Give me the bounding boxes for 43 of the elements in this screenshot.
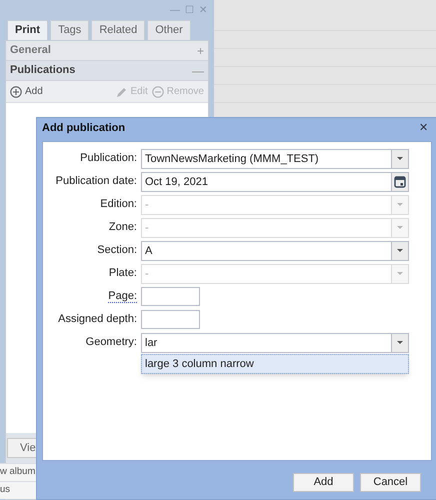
field-label: Publication: xyxy=(80,151,137,166)
dropdown-button[interactable] xyxy=(391,334,408,352)
section-header[interactable]: General + xyxy=(6,41,208,61)
plus-circle-icon xyxy=(10,86,22,98)
caret-icon xyxy=(396,340,404,345)
calendar-icon xyxy=(394,175,406,188)
tab[interactable]: Tags xyxy=(50,20,90,40)
field-label: Page: xyxy=(108,290,137,303)
dropdown-button[interactable] xyxy=(391,242,408,260)
caret-icon xyxy=(396,225,404,230)
pencil-icon xyxy=(116,86,128,98)
dialog-button[interactable]: Add xyxy=(293,473,354,492)
combo-field[interactable]: A xyxy=(141,240,409,260)
caret-icon xyxy=(396,156,404,161)
tab[interactable]: Related xyxy=(91,20,146,40)
dialog-title: Add publication xyxy=(42,120,126,136)
input-field[interactable] xyxy=(141,287,200,306)
close-button[interactable]: ✕ xyxy=(419,120,436,136)
field-label: Zone: xyxy=(108,220,137,236)
combo-field[interactable]: lar xyxy=(141,332,409,352)
toolbar-button[interactable]: Add xyxy=(10,84,43,99)
tab[interactable]: Print xyxy=(7,20,48,40)
suggestion-item[interactable]: large 3 column narrow xyxy=(142,354,408,372)
caret-icon xyxy=(396,202,404,207)
field-label: Section: xyxy=(97,243,137,258)
combo-field[interactable]: TownNewsMarketing (MMM_TEST) xyxy=(141,148,409,168)
minus-circle-icon xyxy=(152,86,164,98)
dropdown-button[interactable] xyxy=(391,150,408,168)
input-field[interactable] xyxy=(141,310,200,329)
field-label: Plate: xyxy=(108,266,137,282)
list-row-text: w album xyxy=(0,465,36,480)
caret-icon xyxy=(396,248,404,253)
field-label: Edition: xyxy=(100,197,137,212)
caret-icon xyxy=(396,271,404,276)
dialog-button[interactable]: Cancel xyxy=(360,473,421,492)
section-header[interactable]: Publications — xyxy=(6,61,208,81)
tab[interactable]: Other xyxy=(147,20,191,40)
field-label: Publication date: xyxy=(56,174,137,190)
date-picker-button[interactable] xyxy=(391,172,408,190)
list-row-text: us xyxy=(0,483,10,498)
date-field[interactable]: Oct 19, 2021 xyxy=(141,172,409,192)
field-label: Assigned depth: xyxy=(58,312,137,328)
field-label: Geometry: xyxy=(86,335,137,350)
